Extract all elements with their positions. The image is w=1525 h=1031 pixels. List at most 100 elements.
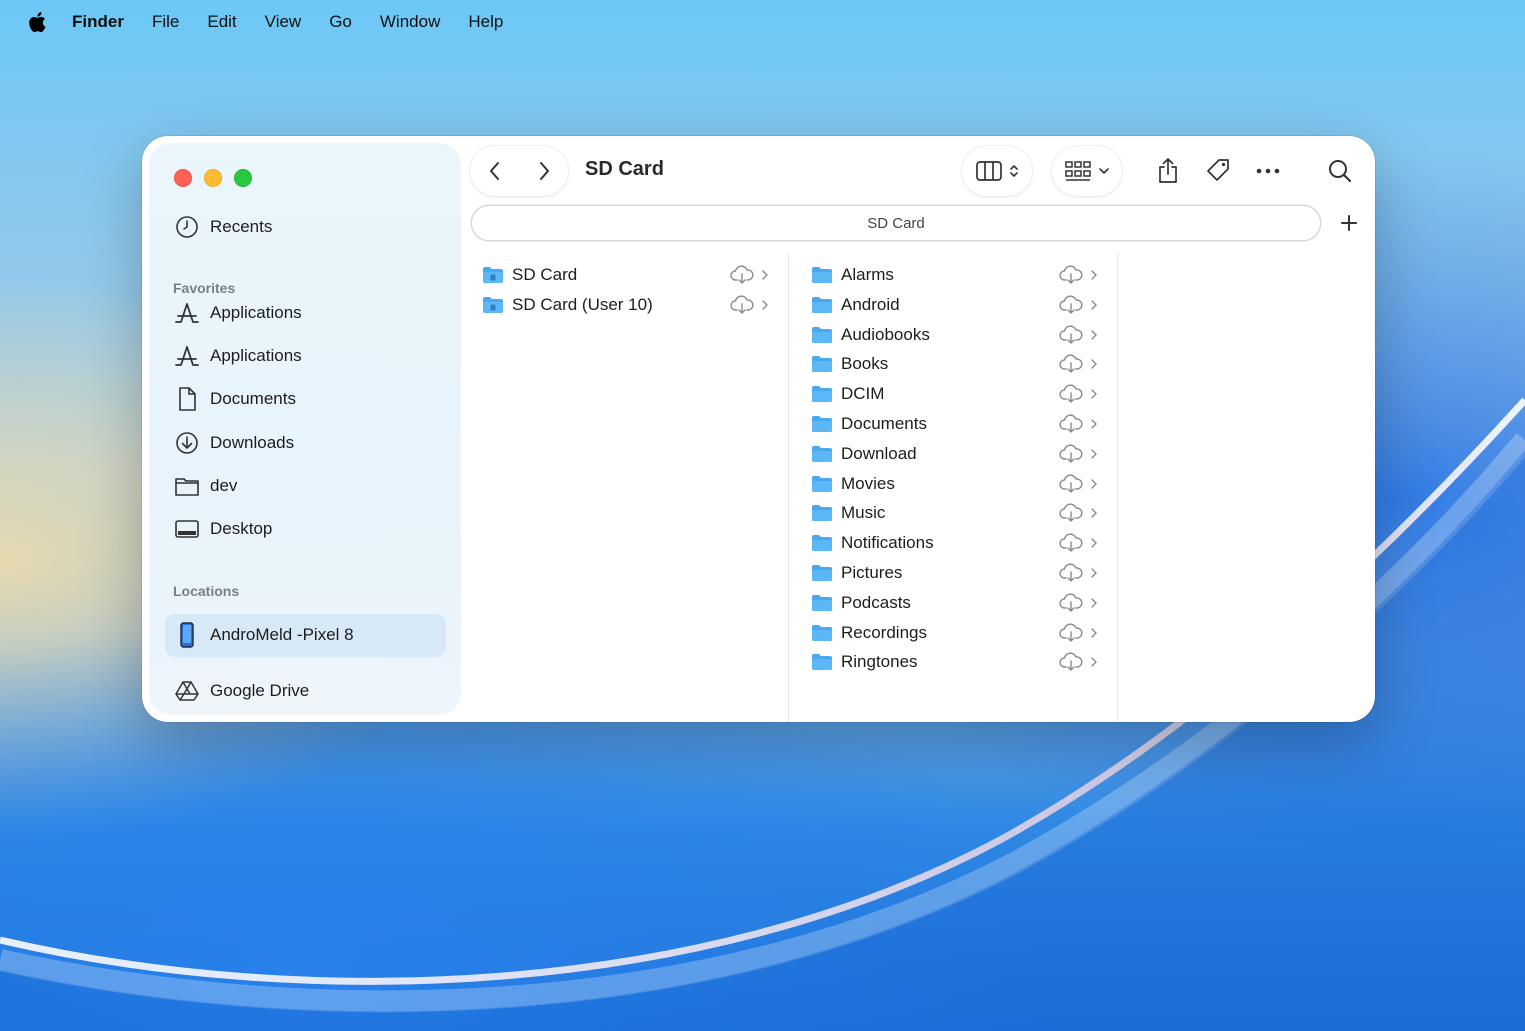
list-item[interactable]: Notifications [811,528,1107,558]
menu-finder[interactable]: Finder [72,12,124,32]
share-button[interactable] [1153,156,1183,186]
item-label: Music [841,503,886,523]
applications-icon [174,300,200,326]
cloud-download-icon [1059,414,1083,433]
item-label: Recordings [841,622,927,642]
cloud-download-icon [1059,295,1083,314]
folder-icon [812,296,832,313]
list-item[interactable]: Android [811,290,1107,320]
document-icon [174,386,200,412]
folder-icon [812,505,832,522]
list-item[interactable]: SD Card (User 10) [482,290,778,320]
columns-view-icon [976,161,1002,181]
chevron-right-icon [1091,598,1097,608]
group-by-button[interactable] [1052,146,1122,196]
list-item[interactable]: Audiobooks [811,320,1107,350]
item-label: Books [841,354,889,374]
sidebar-item-downloads[interactable]: Downloads [174,425,294,461]
chevron-right-icon [1091,300,1097,310]
sidebar-item-recents[interactable]: Recents [174,209,272,245]
menu-go[interactable]: Go [329,12,352,32]
sidebar-item-dev[interactable]: dev [174,468,237,504]
tag-button[interactable] [1203,156,1233,186]
more-actions-button[interactable] [1253,156,1283,186]
sidebar: Recents Favorites Applications Applicati… [150,144,460,714]
menu-file[interactable]: File [152,12,179,32]
folder-icon [812,624,832,641]
folder-icon [812,267,832,283]
navigation-buttons [470,146,568,196]
search-button[interactable] [1325,156,1355,186]
chevron-right-icon [1091,329,1097,340]
item-label: Audiobooks [841,324,930,344]
desktop-icon [174,516,200,542]
item-label: DCIM [841,384,885,404]
folder-icon [812,326,832,343]
apple-logo-icon[interactable] [26,11,48,33]
list-item[interactable]: Ringtones [811,647,1107,677]
list-item[interactable]: Books [811,349,1107,379]
chevron-up-down-icon [1010,165,1018,177]
sidebar-item-label: AndroMeld -Pixel 8 [210,625,354,644]
item-label: Podcasts [841,592,911,612]
new-tab-button[interactable] [1336,210,1362,236]
menu-edit[interactable]: Edit [207,12,236,32]
list-item[interactable]: DCIM [811,379,1107,409]
close-button[interactable] [174,169,192,187]
list-item[interactable]: Recordings [811,618,1107,648]
chevron-right-icon [1091,449,1097,459]
sidebar-item-applications-2[interactable]: Applications [174,338,302,374]
chevron-right-icon [1091,657,1097,668]
menu-window[interactable]: Window [380,12,440,32]
sidebar-item-andromeld-pixel-8[interactable]: AndroMeld -Pixel 8 [174,617,354,653]
menu-bar: Finder File Edit View Go Window Help [0,0,1525,44]
applications-icon [174,343,200,369]
list-item[interactable]: Download [811,439,1107,469]
cloud-download-icon [1059,533,1083,552]
sidebar-item-applications[interactable]: Applications [174,295,302,331]
google-drive-icon [174,678,200,704]
cloud-download-icon [1059,623,1083,642]
list-item[interactable]: Alarms [811,260,1107,290]
sidebar-item-desktop[interactable]: Desktop [174,511,272,547]
list-item[interactable]: Music [811,498,1107,528]
chevron-right-icon [1091,389,1097,399]
list-item[interactable]: Movies [811,469,1107,499]
list-item[interactable]: Podcasts [811,588,1107,618]
list-item[interactable]: Documents [811,409,1107,439]
chevron-right-icon [539,162,549,180]
cloud-download-icon [1059,354,1083,374]
menu-view[interactable]: View [265,12,302,32]
folder-icon [812,535,832,552]
column-3 [1118,254,1375,722]
phone-icon [174,622,200,648]
chevron-right-icon [1091,359,1097,370]
zoom-button[interactable] [234,169,252,187]
clock-icon [174,214,200,240]
cloud-download-icon [730,295,754,314]
view-mode-button[interactable] [962,146,1032,196]
list-item[interactable]: SD Card [482,260,778,290]
sidebar-item-documents[interactable]: Documents [174,381,296,417]
menu-help[interactable]: Help [468,12,503,32]
cloud-download-icon [1059,652,1083,672]
sidebar-section-locations: Locations [173,583,240,599]
cloud-download-icon [1059,325,1083,344]
item-label: Movies [841,473,895,493]
forward-button[interactable] [536,160,552,182]
chevron-right-icon [762,270,768,280]
tab-sd-card[interactable]: SD Card [472,206,1320,240]
folder-icon [812,416,832,432]
item-label: Pictures [841,563,903,582]
window-controls [174,169,252,187]
chevron-right-icon [1091,508,1097,519]
back-button[interactable] [487,160,503,182]
minimize-button[interactable] [204,169,222,187]
cloud-download-icon [1059,384,1083,403]
folder-icon [812,356,832,373]
sidebar-item-google-drive[interactable]: Google Drive [174,673,309,709]
sidebar-item-label: Google Drive [210,681,310,700]
sd-card-folder-icon [483,297,503,313]
folder-icon [812,654,832,671]
list-item[interactable]: Pictures [811,558,1107,588]
